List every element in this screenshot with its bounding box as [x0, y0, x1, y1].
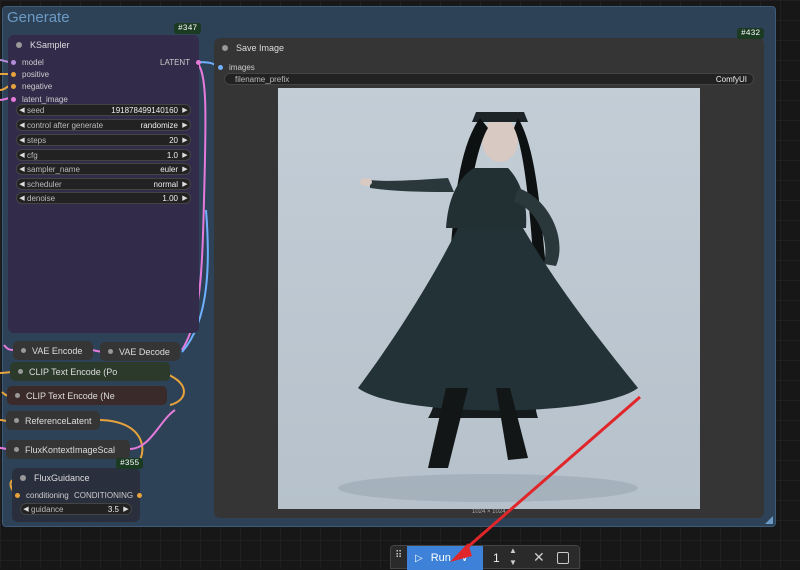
annotation-arrow	[450, 395, 641, 562]
